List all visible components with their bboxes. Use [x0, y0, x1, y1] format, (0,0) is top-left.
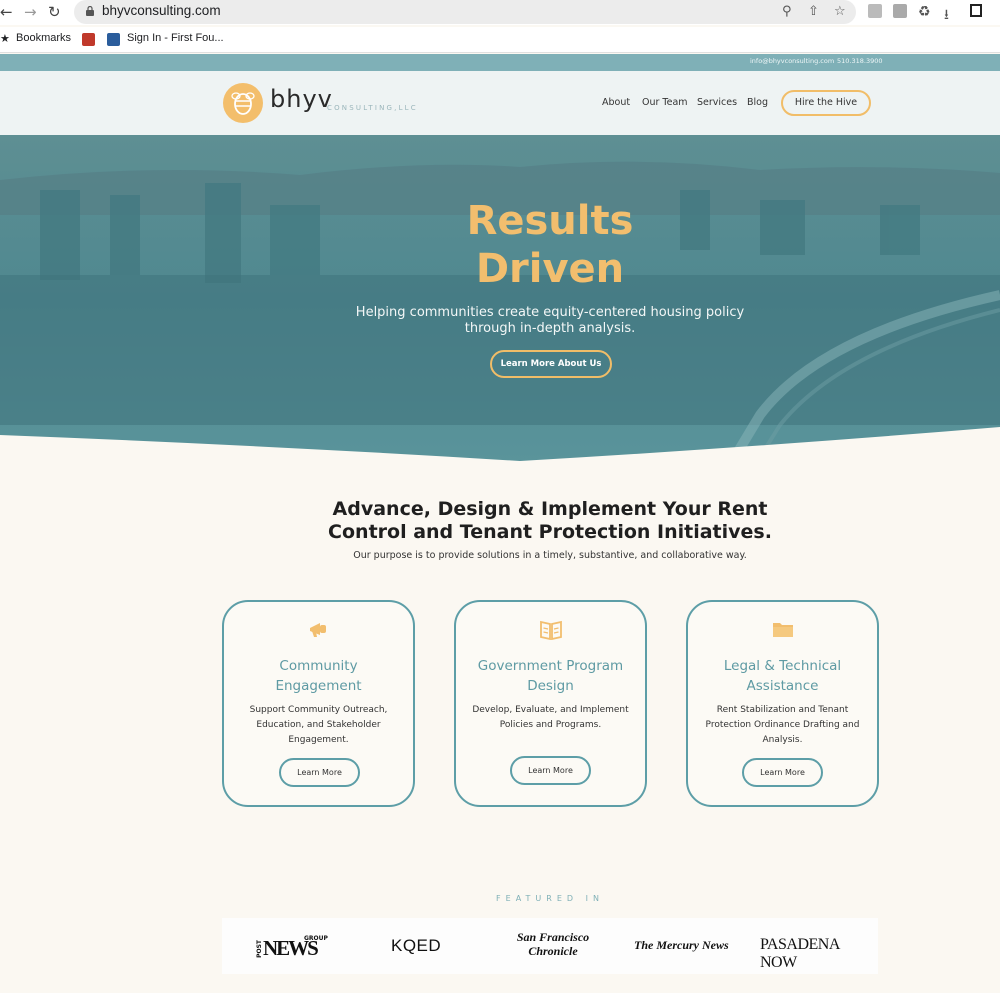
- mercury-news-logo[interactable]: The Mercury News: [634, 938, 729, 953]
- section-subtitle: Our purpose is to provide solutions in a…: [353, 550, 747, 561]
- card-desc-line: Policies and Programs.: [499, 720, 602, 730]
- card-desc-line: Support Community Outreach,: [249, 705, 388, 715]
- logo-subtitle: CONSULTING,LLC: [327, 104, 418, 112]
- card-title-line: Government Program: [477, 658, 624, 674]
- post-logo-label: POST: [256, 940, 263, 958]
- learn-more-about-us-button[interactable]: Learn More About Us: [490, 350, 612, 378]
- bookmarks-folder[interactable]: Bookmarks: [16, 32, 71, 44]
- card-description: Develop, Evaluate, and Implement Policie…: [472, 703, 629, 733]
- card-desc-line: Protection Ordinance Drafting and: [705, 720, 860, 730]
- megaphone-icon: [224, 620, 413, 644]
- contact-email[interactable]: info@bhyvconsulting.com: [750, 57, 834, 65]
- card-title: Legal & Technical Assistance: [698, 656, 867, 696]
- bee-icon: [231, 92, 255, 115]
- card-desc-line: Education, and Stakeholder: [256, 720, 381, 730]
- nav-services[interactable]: Services: [697, 97, 737, 108]
- book-icon: [456, 620, 645, 644]
- contact-bar: info@bhyvconsulting.com 510.318.3900: [0, 54, 1000, 71]
- learn-more-button[interactable]: Learn More: [510, 756, 591, 785]
- lock-icon: [86, 6, 94, 16]
- pasadena-now-logo[interactable]: PASADENA NOW: [760, 936, 878, 972]
- nav-our-team[interactable]: Our Team: [642, 97, 688, 108]
- nav-blog[interactable]: Blog: [747, 97, 768, 108]
- url-text[interactable]: bhyvconsulting.com: [102, 3, 221, 18]
- card-desc-line: Rent Stabilization and Tenant: [716, 705, 849, 715]
- folder-icon: [688, 620, 877, 642]
- card-desc-line: Develop, Evaluate, and Implement: [472, 705, 629, 715]
- zoom-icon[interactable]: ⚲: [782, 4, 792, 19]
- bookmark-favicon[interactable]: [107, 33, 120, 46]
- service-card-community: Community Engagement Support Community O…: [222, 600, 415, 807]
- puzzle-icon[interactable]: ♻: [918, 4, 931, 20]
- hero-title-line: Driven: [475, 246, 625, 292]
- section-title: Advance, Design & Implement Your Rent Co…: [300, 498, 800, 544]
- card-desc-line: Analysis.: [762, 735, 803, 745]
- card-title-line: Legal & Technical: [723, 658, 842, 674]
- card-title-line: Design: [527, 678, 574, 694]
- download-icon[interactable]: ⭳: [944, 4, 949, 28]
- extension-icon[interactable]: [868, 4, 882, 18]
- section-title-line: Advance, Design & Implement Your Rent: [332, 498, 768, 520]
- card-desc-line: Engagement.: [288, 735, 349, 745]
- bookmark-sign-in[interactable]: Sign In - First Fou...: [127, 32, 224, 44]
- hero-subtitle-line: Helping communities create equity-center…: [355, 305, 745, 320]
- hero-subtitle: Helping communities create equity-center…: [340, 305, 760, 337]
- hero-subtitle-line: through in-depth analysis.: [464, 321, 636, 336]
- contact-phone[interactable]: 510.318.3900: [837, 57, 883, 65]
- learn-more-button[interactable]: Learn More: [279, 758, 360, 787]
- featured-in-label: FEATURED IN: [496, 894, 604, 903]
- back-icon[interactable]: ←: [0, 2, 13, 22]
- hero-title: Results Driven: [400, 197, 700, 293]
- site-header: bhyv CONSULTING,LLC About Our Team Servi…: [0, 71, 1000, 135]
- card-title-line: Engagement: [275, 678, 362, 694]
- bookmark-favicon[interactable]: [82, 33, 95, 46]
- hire-the-hive-button[interactable]: Hire the Hive: [781, 90, 871, 116]
- service-card-legal: Legal & Technical Assistance Rent Stabil…: [686, 600, 879, 807]
- extension-icon[interactable]: [893, 4, 907, 18]
- hero-title-line: Results: [466, 198, 634, 244]
- bee-logo-icon[interactable]: [223, 83, 263, 123]
- card-description: Rent Stabilization and Tenant Protection…: [704, 703, 861, 748]
- card-title: Community Engagement: [234, 656, 403, 696]
- kqed-logo[interactable]: KQED: [391, 936, 441, 956]
- share-icon[interactable]: ⇧: [808, 4, 819, 19]
- post-news-group-logo[interactable]: POST NEWS GROUP: [256, 934, 328, 960]
- browser-toolbar: ← → ↻ bhyvconsulting.com ⚲ ⇧ ☆ ♻ ⭳: [0, 0, 1000, 25]
- group-logo-label: GROUP: [304, 935, 328, 942]
- card-title: Government Program Design: [466, 656, 635, 696]
- sidebar-icon[interactable]: [970, 4, 982, 17]
- logo-name[interactable]: bhyv: [270, 85, 333, 113]
- card-title-line: Community: [279, 658, 358, 674]
- address-bar[interactable]: bhyvconsulting.com ⚲ ⇧ ☆: [74, 0, 856, 24]
- bookmarks-bar: ★ Bookmarks Sign In - First Fou...: [0, 27, 1000, 53]
- service-card-government: Government Program Design Develop, Evalu…: [454, 600, 647, 807]
- sf-chronicle-logo[interactable]: San Francisco Chronicle: [512, 930, 594, 958]
- learn-more-button[interactable]: Learn More: [742, 758, 823, 787]
- reload-icon[interactable]: ↻: [48, 2, 61, 22]
- section-title-line: Control and Tenant Protection Initiative…: [328, 521, 772, 543]
- card-description: Support Community Outreach, Education, a…: [240, 703, 397, 748]
- forward-icon[interactable]: →: [24, 2, 37, 22]
- nav-about[interactable]: About: [602, 97, 630, 108]
- bookmark-star-icon: ★: [0, 33, 10, 45]
- press-logos-strip: POST NEWS GROUP KQED San Francisco Chron…: [222, 918, 878, 974]
- star-icon[interactable]: ☆: [834, 4, 846, 19]
- hero-background: [0, 135, 1000, 465]
- card-title-line: Assistance: [746, 678, 819, 694]
- hero-section: Results Driven Helping communities creat…: [0, 135, 1000, 465]
